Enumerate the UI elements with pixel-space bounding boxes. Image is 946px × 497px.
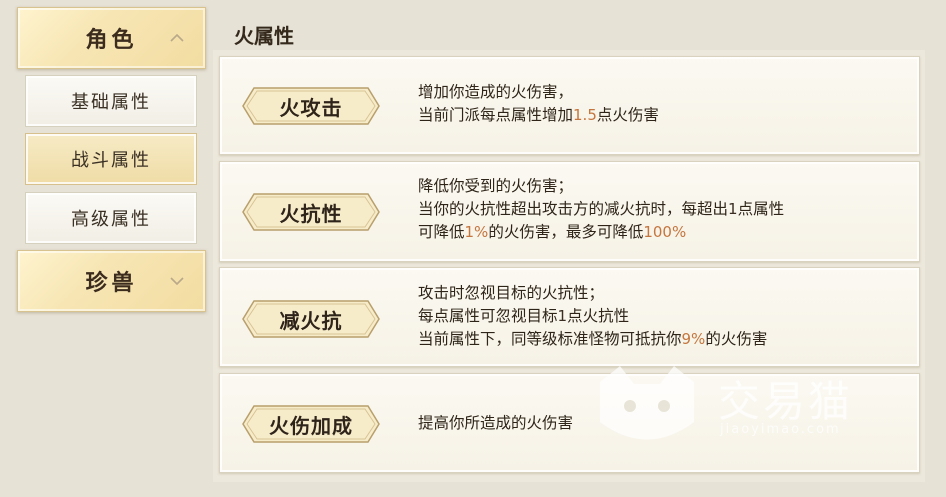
nav-group-pet[interactable]: 珍兽 xyxy=(17,250,206,312)
panel-title: 火属性 xyxy=(234,24,294,48)
attribute-card-fire-attack: 火攻击 增加你造成的火伤害， 当前门派每点属性增加1.5点火伤害 xyxy=(219,56,920,155)
attribute-badge: 火攻击 xyxy=(242,87,380,125)
description-line: 降低你受到的火伤害； xyxy=(418,177,574,195)
nav-item-combat-attributes[interactable]: 战斗属性 xyxy=(25,133,197,185)
attribute-name: 火攻击 xyxy=(279,95,343,120)
value-highlight: 1 xyxy=(728,200,738,218)
attribute-description: 降低你受到的火伤害； 当你的火抗性超出攻击方的减火抗时，每超出1点属性 可降低1… xyxy=(418,175,784,244)
attribute-name: 火伤加成 xyxy=(269,413,353,438)
attribute-badge: 减火抗 xyxy=(242,300,380,338)
nav-item-basic-attributes[interactable]: 基础属性 xyxy=(25,75,197,127)
nav-group-role-label: 角色 xyxy=(85,27,138,53)
chevron-up-icon xyxy=(170,33,184,42)
description-line: 提高你所造成的火伤害 xyxy=(418,414,574,432)
nav-group-role[interactable]: 角色 xyxy=(17,7,206,69)
value-highlight: 9% xyxy=(681,330,706,348)
attribute-description: 提高你所造成的火伤害 xyxy=(418,412,573,435)
description-line: 增加你造成的火伤害， xyxy=(418,83,574,101)
nav-item-label: 高级属性 xyxy=(71,209,151,230)
attribute-badge: 火抗性 xyxy=(242,193,380,231)
nav-item-label: 基础属性 xyxy=(71,92,151,113)
attribute-description: 攻击时忽视目标的火抗性； 每点属性可忽视目标1点火抗性 当前属性下，同等级标准怪… xyxy=(418,282,767,351)
description-line: 当前属性下，同等级标准怪物可抵抗你9%的火伤害 xyxy=(418,330,768,348)
nav-item-advanced-attributes[interactable]: 高级属性 xyxy=(25,192,197,244)
value-highlight: 1 xyxy=(557,307,568,325)
attribute-name: 减火抗 xyxy=(279,308,343,333)
attribute-card-fire-resistance: 火抗性 降低你受到的火伤害； 当你的火抗性超出攻击方的减火抗时，每超出1点属性 … xyxy=(219,161,920,262)
attribute-badge: 火伤加成 xyxy=(242,405,380,443)
attribute-name: 火抗性 xyxy=(279,201,343,226)
description-line: 可降低1%的火伤害，最多可降低100% xyxy=(418,223,687,241)
description-line: 攻击时忽视目标的火抗性； xyxy=(418,284,605,302)
nav-group-pet-label: 珍兽 xyxy=(85,270,138,296)
value-highlight: 1% xyxy=(464,223,489,241)
description-line: 当前门派每点属性增加1.5点火伤害 xyxy=(418,106,659,124)
attribute-card-fire-resistance-reduction: 减火抗 攻击时忽视目标的火抗性； 每点属性可忽视目标1点火抗性 当前属性下，同等… xyxy=(219,267,920,367)
chevron-down-icon xyxy=(170,277,184,286)
description-line: 当你的火抗性超出攻击方的减火抗时，每超出1点属性 xyxy=(418,200,785,218)
value-highlight: 100% xyxy=(643,223,687,241)
description-line: 每点属性可忽视目标1点火抗性 xyxy=(418,307,630,325)
value-highlight: 1.5 xyxy=(573,106,597,124)
attribute-description: 增加你造成的火伤害， 当前门派每点属性增加1.5点火伤害 xyxy=(418,81,659,127)
nav-item-label: 战斗属性 xyxy=(71,150,151,171)
attribute-card-fire-damage-bonus: 火伤加成 提高你所造成的火伤害 xyxy=(219,373,920,473)
